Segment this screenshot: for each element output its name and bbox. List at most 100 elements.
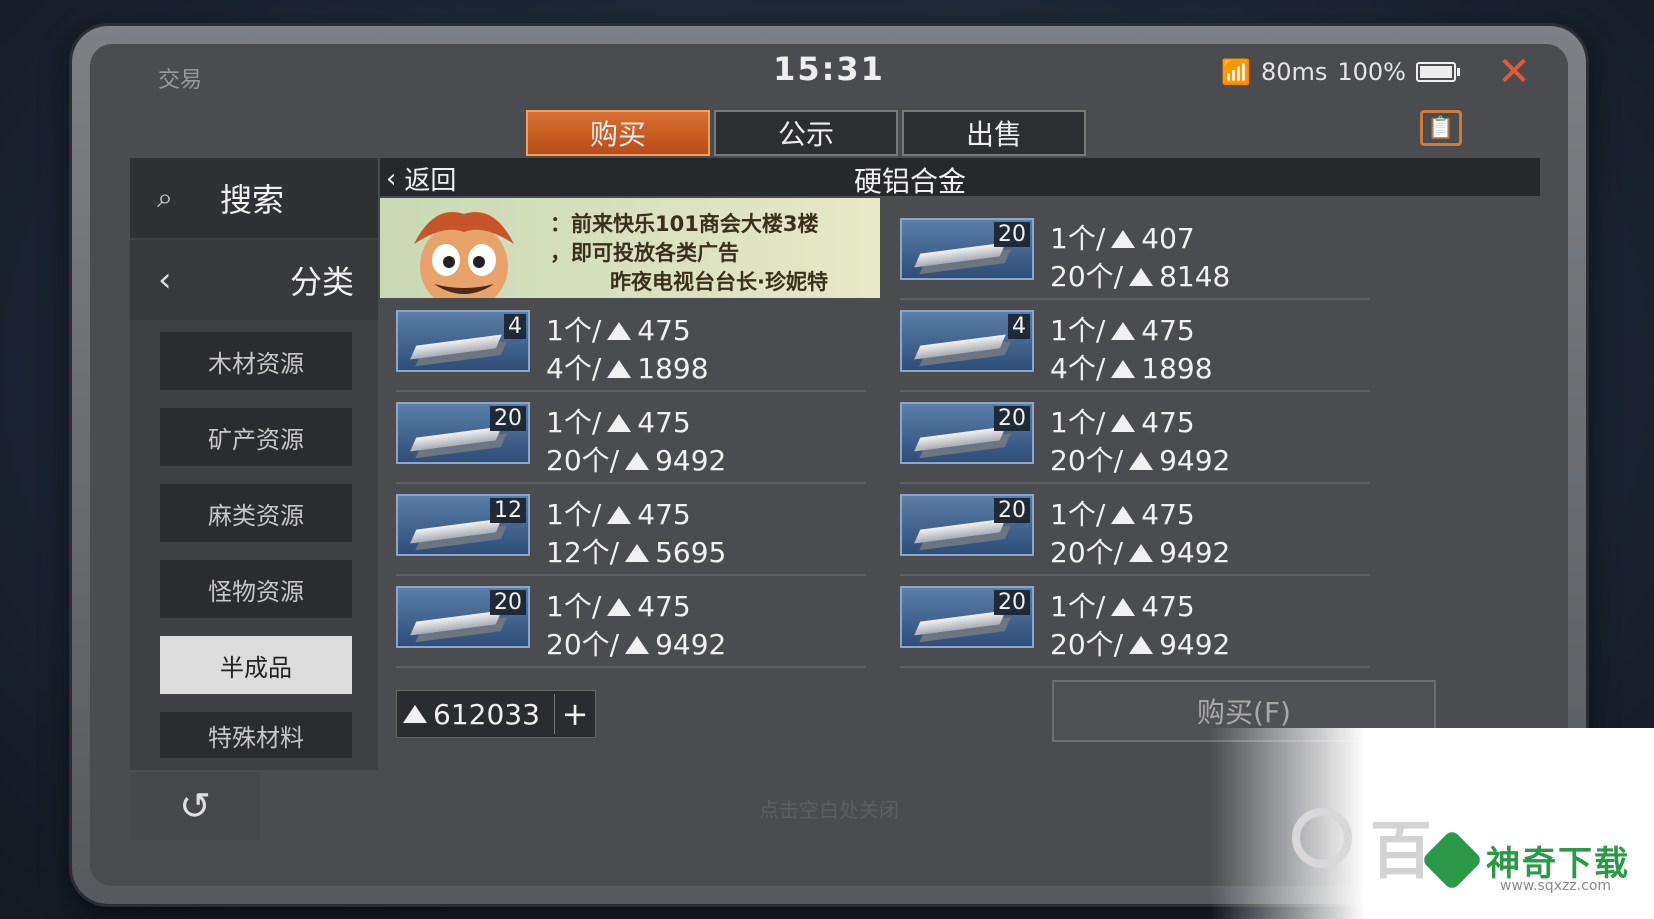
row-divider <box>396 574 866 576</box>
total-price-line: 20个/9492 <box>1050 534 1230 572</box>
unit-price: 475 <box>1141 498 1195 531</box>
total-price: 9492 <box>1159 444 1231 477</box>
stack-count: 20 <box>490 406 526 431</box>
total-price: 9492 <box>1159 536 1231 569</box>
sidebar-item-wood[interactable]: 木材资源 <box>160 332 352 390</box>
currency-icon <box>1111 322 1136 340</box>
ad-line-1: ：前来快乐101商会大楼3楼 <box>550 212 819 236</box>
unit-label: 1个/ <box>546 406 602 439</box>
price-block: 1个/475 20个/9492 <box>1050 496 1230 572</box>
stack-count: 4 <box>1008 314 1030 339</box>
stack-count: 20 <box>994 406 1030 431</box>
unit-price-line: 1个/407 <box>1050 220 1230 258</box>
currency-icon <box>1129 452 1154 470</box>
ingot-shape <box>914 610 1006 636</box>
unit-label: 1个/ <box>1050 498 1106 531</box>
sidebar-item-special[interactable]: 特殊材料 <box>160 712 352 758</box>
clipboard-icon[interactable]: 📋 <box>1420 110 1462 146</box>
row-divider <box>396 390 866 392</box>
currency-icon <box>607 322 632 340</box>
chevron-left-icon: ‹ <box>158 260 172 300</box>
currency-icon <box>1111 506 1136 524</box>
currency-icon <box>403 705 427 723</box>
search-icon: ⌕ <box>157 181 173 214</box>
currency-icon <box>1129 544 1154 562</box>
close-button[interactable]: ✕ <box>1490 48 1538 96</box>
listing-row[interactable]: 4 1个/475 4个/1898 <box>396 304 866 392</box>
aluminum-ingot-icon: 4 <box>396 310 530 372</box>
ingot-shape <box>914 242 1006 268</box>
wifi-icon: 📶 <box>1221 58 1251 86</box>
sidebar-item-mineral[interactable]: 矿产资源 <box>160 408 352 466</box>
tab-announcement[interactable]: 公示 <box>714 110 898 156</box>
listing-row[interactable]: 20 1个/475 20个/9492 <box>396 580 866 668</box>
total-price-line: 4个/1898 <box>1050 350 1213 388</box>
unit-price-line: 1个/475 <box>546 312 709 350</box>
sidebar-item-monster[interactable]: 怪物资源 <box>160 560 352 618</box>
category-header[interactable]: ‹ 分类 <box>130 240 378 320</box>
total-price: 1898 <box>637 352 709 385</box>
total-price: 5695 <box>655 536 727 569</box>
category-label: 分类 <box>289 263 354 301</box>
listing-row[interactable]: 20 1个/475 20个/9492 <box>396 396 866 484</box>
price-block: 1个/475 4个/1898 <box>1050 312 1213 388</box>
total-price: 9492 <box>1159 628 1231 661</box>
ad-line-3: 昨夜电视台台长·珍妮特 <box>610 270 828 294</box>
unit-price: 475 <box>1141 314 1195 347</box>
total-label: 20个/ <box>1050 628 1124 661</box>
sidebar-item-semi-finished[interactable]: 半成品 <box>160 636 352 694</box>
currency-icon <box>1111 230 1136 248</box>
ping-text: 80ms <box>1260 58 1328 86</box>
tab-buy[interactable]: 购买 <box>526 110 710 156</box>
unit-price: 475 <box>637 498 691 531</box>
battery-icon <box>1416 62 1460 82</box>
listing-row[interactable]: 20 1个/475 20个/9492 <box>900 580 1370 668</box>
search-label: 搜索 <box>220 181 285 219</box>
price-block: 1个/475 12个/5695 <box>546 496 726 572</box>
aluminum-ingot-icon: 12 <box>396 494 530 556</box>
total-label: 20个/ <box>1050 444 1124 477</box>
listing-row[interactable]: 12 1个/475 12个/5695 <box>396 488 866 576</box>
listing-row[interactable]: 20 1个/475 20个/9492 <box>900 396 1370 484</box>
listing-row[interactable]: 4 1个/475 4个/1898 <box>900 304 1370 392</box>
ad-banner[interactable]: ：前来快乐101商会大楼3楼 ，即可投放各类广告 昨夜电视台台长·珍妮特 <box>380 198 880 298</box>
listing-row[interactable]: 20 1个/475 20个/9492 <box>900 488 1370 576</box>
status-bar: 📶 80ms 100% <box>1221 58 1460 86</box>
currency-icon <box>625 544 650 562</box>
total-price: 9492 <box>655 628 727 661</box>
tab-sell[interactable]: 出售 <box>902 110 1086 156</box>
total-price-line: 20个/9492 <box>546 442 726 480</box>
total-label: 4个/ <box>1050 352 1106 385</box>
total-label: 20个/ <box>546 444 620 477</box>
ingot-shape <box>914 334 1006 360</box>
row-divider <box>900 390 1370 392</box>
stack-count: 12 <box>490 498 526 523</box>
row-divider <box>900 482 1370 484</box>
price-block: 1个/475 4个/1898 <box>546 312 709 388</box>
total-label: 12个/ <box>546 536 620 569</box>
unit-price-line: 1个/475 <box>546 404 726 442</box>
unit-label: 1个/ <box>546 314 602 347</box>
aluminum-ingot-icon: 20 <box>900 402 1034 464</box>
watermark-bai: 百 <box>1370 814 1433 887</box>
stack-count: 20 <box>994 590 1030 615</box>
unit-price-line: 1个/475 <box>1050 588 1230 626</box>
sidebar-item-hemp[interactable]: 麻类资源 <box>160 484 352 542</box>
total-price-line: 20个/9492 <box>1050 442 1230 480</box>
price-block: 1个/475 20个/9492 <box>546 588 726 664</box>
search-button[interactable]: ⌕ 搜索 <box>130 158 378 238</box>
currency-icon <box>1129 268 1154 286</box>
listing-row[interactable]: 20 1个/407 20个/8148 <box>900 212 1370 300</box>
total-price-line: 20个/9492 <box>1050 626 1230 664</box>
currency-icon <box>1111 360 1136 378</box>
total-price-line: 20个/9492 <box>546 626 726 664</box>
ingot-shape <box>410 610 502 636</box>
add-currency-button[interactable]: + <box>554 694 595 734</box>
currency-icon <box>625 636 650 654</box>
currency-icon <box>607 360 632 378</box>
unit-label: 1个/ <box>546 590 602 623</box>
unit-price-line: 1个/475 <box>1050 404 1230 442</box>
stack-count: 4 <box>504 314 526 339</box>
aluminum-ingot-icon: 4 <box>900 310 1034 372</box>
unit-label: 1个/ <box>1050 406 1106 439</box>
